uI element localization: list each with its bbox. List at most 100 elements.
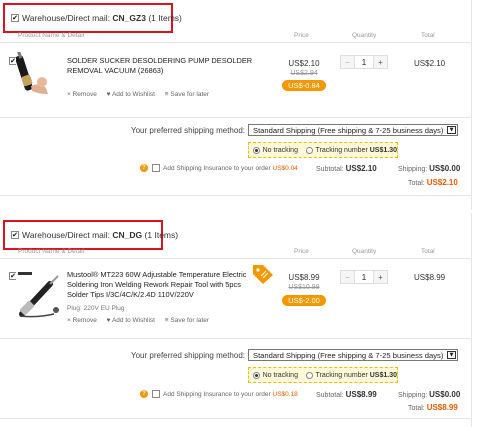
quantity-stepper: − 1 + [340, 270, 388, 284]
order-total: Total: US$2.10 [408, 178, 458, 187]
tracking-number-radio[interactable] [305, 146, 313, 154]
tracking-number-price: US$1.30 [369, 371, 397, 379]
quantity-stepper: − 1 + [340, 55, 388, 69]
shipping-cost: Shipping: US$0.00 [398, 164, 460, 173]
tracking-options: No tracking Tracking number US$1.30 [248, 142, 398, 158]
divider [0, 338, 472, 339]
subtotal-value: US$2.10 [345, 164, 377, 173]
tracking-number-label: Tracking number [315, 371, 368, 379]
shipping-method-value: Standard Shipping (Free shipping & 7-25 … [253, 351, 444, 360]
subtotal-label: Subtotal: [316, 166, 344, 173]
line-total: US$2.10 [414, 59, 446, 68]
insurance-checkbox[interactable] [152, 164, 160, 172]
original-price: US$10.99 [288, 284, 320, 291]
quantity-input[interactable]: 1 [355, 271, 373, 283]
help-icon[interactable]: ? [140, 164, 148, 172]
shipping-cost-label: Shipping: [398, 166, 428, 173]
divider [0, 195, 472, 196]
quantity-decrease-button[interactable]: − [341, 56, 355, 68]
subtotal-value: US$8.99 [345, 390, 377, 399]
insurance-checkbox[interactable] [152, 390, 160, 398]
shipping-cost-label: Shipping: [398, 392, 428, 399]
chevron-down-icon: ▼ [447, 351, 456, 359]
warehouse-select-checkbox[interactable] [11, 14, 19, 22]
product-title[interactable]: Mustool® MT223 60W Adjustable Temperatur… [67, 270, 259, 300]
remove-label: Remove [72, 91, 97, 98]
no-tracking-label: No tracking [262, 146, 298, 154]
col-product: Product Name & Detail [18, 248, 85, 255]
warehouse-group-cn-dg: Warehouse/Direct mail: CN_DG (1 Items) P… [0, 213, 472, 427]
tracking-number-radio[interactable] [305, 371, 313, 379]
wishlist-link[interactable]: ♥ Add to Wishlist [107, 91, 155, 98]
no-tracking-label: No tracking [262, 371, 298, 379]
quantity-increase-button[interactable]: + [373, 271, 387, 283]
col-total: Total [421, 32, 435, 39]
subtotal: Subtotal: US$2.10 [316, 164, 377, 173]
warehouse-code: CN_DG [112, 230, 143, 240]
order-total: Total: US$8.99 [408, 403, 458, 412]
shipping-cost: Shipping: US$0.00 [398, 390, 460, 399]
help-icon[interactable]: ? [140, 390, 148, 398]
shipping-cost-value: US$0.00 [429, 164, 461, 173]
no-tracking-radio[interactable] [253, 146, 260, 154]
subtotal-label: Subtotal: [316, 392, 344, 399]
original-price: US$2.94 [290, 70, 318, 77]
no-tracking-radio[interactable] [253, 371, 260, 379]
remove-label: Remove [72, 317, 97, 324]
save-later-label: Save for later [170, 91, 210, 98]
warehouse-header-highlight: Warehouse/Direct mail: CN_DG (1 Items) [3, 220, 178, 250]
warehouse-item-count: (1 Items) [148, 13, 182, 23]
shipping-method-label: Your preferred shipping method: [131, 351, 245, 360]
insurance-row: ? Add Shipping Insurance to your order U… [140, 390, 298, 398]
col-price: Price [294, 32, 309, 39]
wishlist-link[interactable]: ♥ Add to Wishlist [107, 317, 155, 324]
total-value: US$2.10 [426, 178, 458, 187]
divider [0, 117, 472, 118]
shipping-method-value: Standard Shipping (Free shipping & 7-25 … [253, 126, 444, 135]
shipping-cost-value: US$0.00 [429, 390, 461, 399]
product-title[interactable]: SOLDER SUCKER DESOLDERING PUMP DESOLDER … [67, 56, 259, 76]
save-later-link[interactable]: ≡ Save for later [165, 91, 209, 98]
remove-link[interactable]: × Remove [67, 317, 97, 324]
insurance-price: US$0.04 [272, 164, 298, 172]
soldering-iron-image[interactable] [16, 270, 62, 320]
quantity-decrease-button[interactable]: − [341, 271, 355, 283]
col-total: Total [421, 248, 435, 255]
divider [0, 258, 472, 259]
quantity-input[interactable]: 1 [355, 56, 373, 68]
warehouse-label: Warehouse/Direct mail: [22, 13, 111, 23]
price-tag-icon [253, 265, 273, 284]
discount-badge: US$-2.00 [282, 295, 326, 306]
col-quantity: Quantity [352, 248, 377, 255]
product-plug-option: Plug: 220V EU Plug [67, 305, 125, 312]
wishlist-label: Add to Wishlist [111, 317, 155, 324]
total-label: Total: [408, 180, 425, 187]
product-actions: × Remove ♥ Add to Wishlist ≡ Save for la… [67, 91, 217, 98]
warehouse-group-cn-gz3: Warehouse/Direct mail: CN_GZ3 (1 Items) … [0, 0, 472, 210]
column-header-row: Product Name & Detail Price Quantity Tot… [18, 248, 472, 258]
warehouse-header: Warehouse/Direct mail: CN_GZ3 (1 Items) [11, 13, 182, 23]
save-later-link[interactable]: ≡ Save for later [165, 317, 209, 324]
insurance-label: Add Shipping Insurance to your order [163, 164, 271, 172]
unit-price: US$8.99 [288, 273, 320, 282]
subtotal: Subtotal: US$8.99 [316, 390, 377, 399]
wishlist-label: Add to Wishlist [111, 91, 155, 98]
warehouse-select-checkbox[interactable] [11, 231, 19, 239]
line-total: US$8.99 [414, 273, 446, 282]
remove-link[interactable]: × Remove [67, 91, 97, 98]
tracking-options: No tracking Tracking number US$1.30 [248, 367, 398, 383]
product-actions: × Remove ♥ Add to Wishlist ≡ Save for la… [67, 317, 217, 324]
shipping-method-select[interactable]: Standard Shipping (Free shipping & 7-25 … [248, 349, 458, 361]
warehouse-label: Warehouse/Direct mail: [22, 230, 111, 240]
insurance-label: Add Shipping Insurance to your order [163, 390, 271, 398]
total-value: US$8.99 [426, 403, 458, 412]
quantity-increase-button[interactable]: + [373, 56, 387, 68]
shipping-method-select[interactable]: Standard Shipping (Free shipping & 7-25 … [248, 124, 458, 136]
solder-pump-image[interactable] [16, 52, 60, 96]
warehouse-header: Warehouse/Direct mail: CN_DG (1 Items) [11, 230, 178, 240]
discount-badge: US$-0.84 [282, 80, 326, 91]
unit-price: US$2.10 [288, 59, 320, 68]
col-price: Price [294, 248, 309, 255]
warehouse-item-count: (1 Items) [144, 230, 179, 240]
save-later-label: Save for later [170, 317, 210, 324]
